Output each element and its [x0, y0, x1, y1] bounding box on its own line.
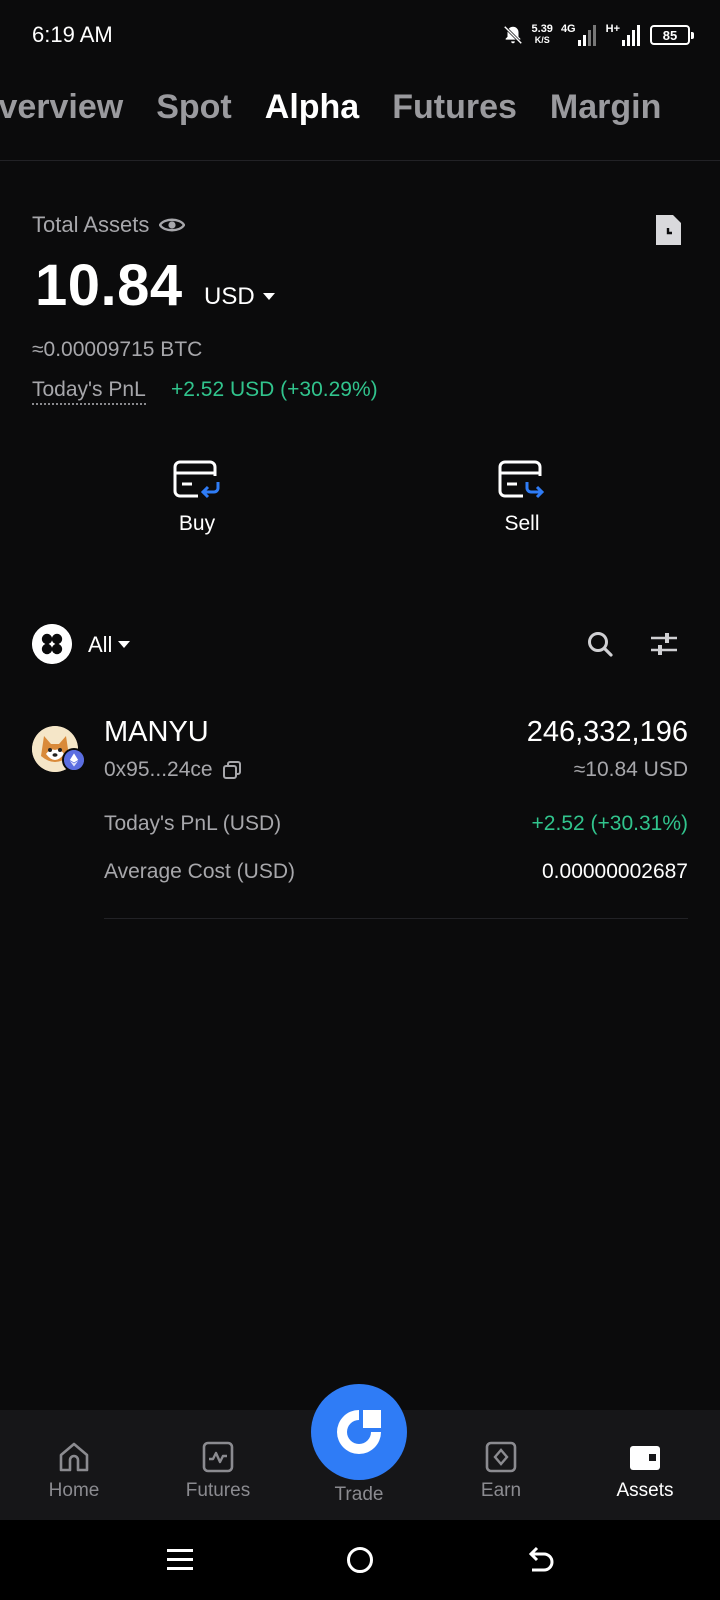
net-speed: 5.39 K/S [532, 24, 553, 46]
trade-logo-icon [337, 1410, 381, 1454]
home-circle-icon[interactable] [346, 1546, 374, 1574]
tabs-divider [0, 160, 720, 161]
coin-pnl-label: Today's PnL (USD) [104, 812, 282, 835]
caret-down-icon [118, 641, 131, 648]
buy-icon [173, 460, 220, 499]
history-record-icon[interactable] [653, 213, 683, 247]
todays-pnl-value: +2.52 USD (+30.29%) [171, 378, 378, 401]
battery-level: 85 [662, 27, 678, 43]
trade-button[interactable] [311, 1384, 407, 1480]
search-icon[interactable] [586, 630, 614, 658]
earn-icon [485, 1441, 517, 1473]
buy-label: Buy [178, 512, 216, 535]
nav-earn-label: Earn [480, 1480, 522, 1501]
tab-alpha[interactable]: Alpha [265, 88, 359, 127]
currency-label: USD [204, 283, 255, 310]
menu-icon[interactable] [166, 1546, 194, 1574]
nav-assets-label: Assets [616, 1480, 674, 1501]
nav-trade-label: Trade [334, 1484, 384, 1505]
wallet-icon [630, 1446, 660, 1470]
eye-icon[interactable] [159, 216, 186, 234]
home-icon [59, 1442, 89, 1472]
signal-bars-2-icon [622, 25, 640, 46]
network-label: 4G [560, 23, 576, 35]
copy-icon[interactable] [222, 761, 241, 779]
buy-button[interactable]: Buy [142, 458, 252, 536]
network2-label: H+ [605, 23, 620, 35]
coin-pnl-value: +2.52 (+30.31%) [531, 812, 688, 835]
network-filter-label: All [88, 632, 113, 657]
tabs-row: Overview Spot Alpha Futures Margin [0, 88, 661, 127]
status-time: 6:19 AM [32, 22, 113, 47]
net-speed-value: 5.39 [531, 23, 553, 35]
net-speed-unit: K/S [534, 35, 550, 45]
nav-futures[interactable]: Futures [158, 1440, 278, 1502]
network-filter[interactable]: All [88, 632, 131, 658]
avg-cost-value: 0.00000002687 [542, 860, 688, 883]
futures-chart-icon [202, 1441, 234, 1473]
back-icon[interactable] [526, 1546, 556, 1574]
battery-icon: 85 [650, 25, 694, 45]
caret-down-icon [262, 293, 275, 300]
currency-selector[interactable]: USD [204, 283, 275, 311]
filter-settings-icon[interactable] [649, 630, 679, 658]
nav-earn[interactable]: Earn [441, 1440, 561, 1502]
system-nav-bar [0, 1520, 720, 1600]
notifications-off-icon [503, 25, 522, 45]
sell-label: Sell [504, 512, 540, 535]
coin-usd-value: ≈10.84 USD [573, 758, 688, 781]
signal-hplus: H+ [606, 24, 642, 46]
coin-name[interactable]: MANYU [104, 716, 209, 749]
tab-overview[interactable]: Overview [0, 88, 123, 127]
signal-4g: 4G [561, 24, 598, 46]
tab-futures[interactable]: Futures [392, 88, 517, 127]
total-assets-label: Total Assets [32, 212, 150, 237]
nav-assets[interactable]: Assets [585, 1440, 705, 1502]
status-icons: 5.39 K/S 4G H+ 85 [502, 20, 694, 50]
total-assets-header: Total Assets [32, 212, 186, 238]
sell-icon [498, 460, 545, 499]
contract-address: 0x95...24ce [104, 758, 241, 782]
asset-tabs: Overview Spot Alpha Futures Margin [0, 88, 720, 144]
todays-pnl-label[interactable]: Today's PnL [32, 378, 146, 405]
btc-equivalent: ≈0.00009715 BTC [32, 338, 203, 361]
nav-home[interactable]: Home [14, 1440, 134, 1502]
ethereum-icon [62, 748, 86, 772]
row-divider [104, 918, 688, 919]
avg-cost-label: Average Cost (USD) [104, 860, 296, 883]
nav-home-label: Home [48, 1480, 100, 1501]
nav-futures-label: Futures [185, 1480, 251, 1501]
contract-address-text: 0x95...24ce [104, 758, 213, 781]
tab-margin[interactable]: Margin [550, 88, 661, 127]
tab-spot[interactable]: Spot [156, 88, 232, 127]
sell-button[interactable]: Sell [467, 458, 577, 536]
signal-bars-icon [577, 25, 596, 46]
all-networks-icon[interactable] [32, 624, 72, 664]
total-assets-value: 10.84 [35, 253, 183, 318]
coin-amount: 246,332,196 [526, 716, 688, 748]
